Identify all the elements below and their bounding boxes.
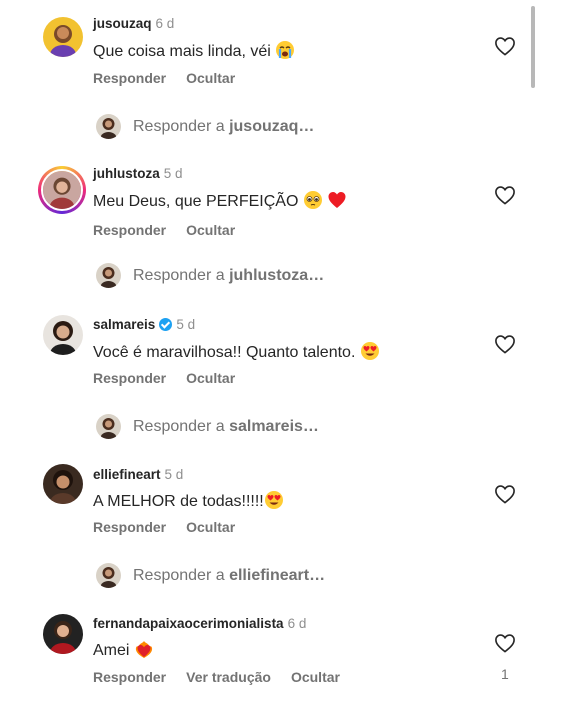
avatar: [96, 114, 121, 139]
crying-face-icon: [276, 41, 295, 59]
scrollbar[interactable]: [531, 6, 535, 88]
avatar[interactable]: [43, 464, 83, 504]
heart-eyes-icon: [264, 491, 283, 509]
username[interactable]: elliefineart: [93, 467, 161, 482]
comment-actions: Responder Ocultar: [93, 519, 255, 535]
hide-button[interactable]: Ocultar: [186, 70, 235, 86]
comment-body: Amei: [93, 642, 130, 659]
reply-prefix: Responder a: [133, 118, 225, 135]
username[interactable]: fernandapaixaocerimonialista: [93, 616, 284, 631]
like-heart-icon[interactable]: [494, 484, 516, 504]
avatar[interactable]: [43, 614, 83, 654]
comment-text: Amei: [93, 639, 154, 660]
reply-prefix: Responder a: [133, 267, 225, 284]
comment-actions: Responder Ocultar: [93, 222, 255, 238]
hide-button[interactable]: Ocultar: [186, 370, 235, 386]
hide-button[interactable]: Ocultar: [186, 519, 235, 535]
timestamp: 5 d: [176, 317, 196, 332]
heart-eyes-icon: [360, 342, 379, 360]
timestamp: 5 d: [163, 166, 183, 181]
username[interactable]: juhlustoza: [93, 166, 160, 181]
comment-actions: Responder Ver tradução Ocultar: [93, 669, 360, 685]
comment-actions: Responder Ocultar: [93, 70, 255, 86]
comment-header: juhlustoza 5 d: [93, 166, 183, 181]
reply-prefix: Responder a: [133, 418, 225, 435]
comment-header: fernandapaixaocerimonialista 6 d: [93, 616, 306, 631]
like-count: 1: [501, 666, 509, 682]
heart-on-fire-icon: [135, 641, 153, 658]
reply-button[interactable]: Responder: [93, 222, 166, 238]
comment-body: A MELHOR de todas!!!!!: [93, 493, 264, 510]
comment-body: Que coisa mais linda, véi: [93, 43, 271, 60]
reply-username: jusouzaq…: [229, 118, 315, 135]
avatar[interactable]: [43, 315, 83, 355]
reply-username: salmareis…: [229, 418, 319, 435]
comment-text: Meu Deus, que PERFEIÇÃO: [93, 190, 347, 211]
like-heart-icon[interactable]: [494, 633, 516, 653]
avatar: [96, 263, 121, 288]
comment-header: salmareis 5 d: [93, 317, 195, 332]
reply-username: elliefineart…: [229, 567, 326, 584]
comment-text: Que coisa mais linda, véi: [93, 40, 295, 61]
reply-prefix: Responder a: [133, 567, 225, 584]
avatar[interactable]: [38, 166, 86, 214]
username[interactable]: salmareis: [93, 317, 155, 332]
like-heart-icon[interactable]: [494, 36, 516, 56]
comment-body: Meu Deus, que PERFEIÇÃO: [93, 193, 299, 210]
comment-text: Você é maravilhosa!! Quanto talento.: [93, 341, 380, 362]
verified-badge-icon: [159, 318, 173, 331]
avatar: [96, 414, 121, 439]
red-heart-icon: [328, 192, 346, 208]
avatar[interactable]: [43, 17, 83, 57]
see-translation-button[interactable]: Ver tradução: [186, 669, 271, 685]
reply-button[interactable]: Responder: [93, 70, 166, 86]
comment-actions: Responder Ocultar: [93, 370, 255, 386]
comment-header: elliefineart 5 d: [93, 467, 183, 482]
timestamp: 6 d: [287, 616, 307, 631]
reply-button[interactable]: Responder: [93, 519, 166, 535]
username[interactable]: jusouzaq: [93, 16, 152, 31]
comment-body: Você é maravilhosa!! Quanto talento.: [93, 344, 356, 361]
timestamp: 6 d: [155, 16, 175, 31]
like-heart-icon[interactable]: [494, 185, 516, 205]
pleading-face-icon: [303, 191, 322, 209]
comment-text: A MELHOR de todas!!!!!: [93, 490, 284, 511]
like-heart-icon[interactable]: [494, 334, 516, 354]
hide-button[interactable]: Ocultar: [186, 222, 235, 238]
reply-username: juhlustoza…: [229, 267, 325, 284]
timestamp: 5 d: [164, 467, 184, 482]
hide-button[interactable]: Ocultar: [291, 669, 340, 685]
comment-header: jusouzaq 6 d: [93, 16, 174, 31]
reply-button[interactable]: Responder: [93, 669, 166, 685]
avatar: [96, 563, 121, 588]
reply-button[interactable]: Responder: [93, 370, 166, 386]
